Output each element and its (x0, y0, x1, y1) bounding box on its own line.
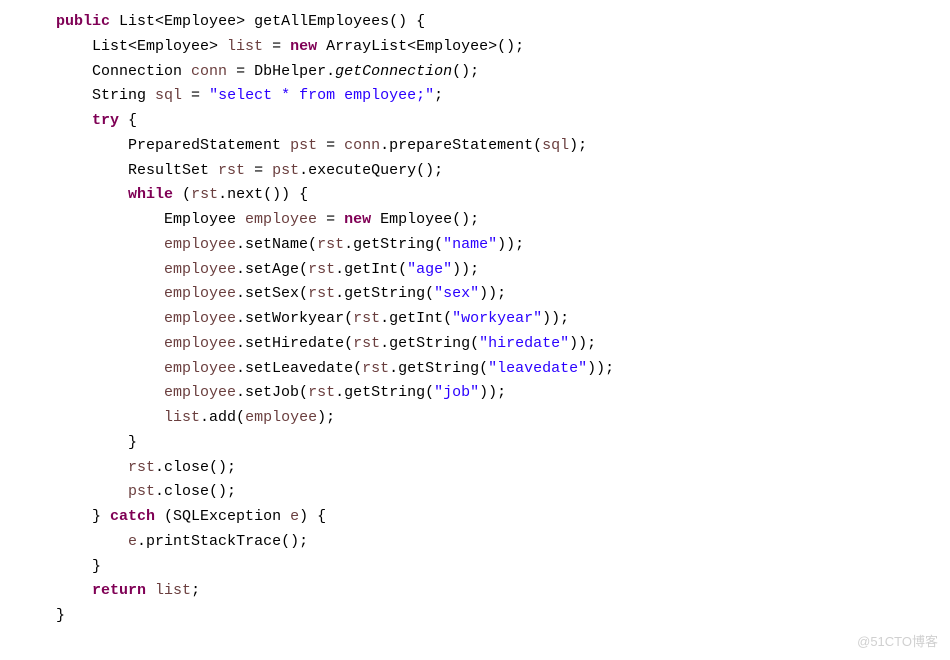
code-line: list.add(employee); (20, 409, 335, 426)
code-line: employee.setLeavedate(rst.getString("lea… (20, 360, 614, 377)
code-line: Connection conn = DbHelper.getConnection… (20, 63, 479, 80)
code-block: public List<Employee> getAllEmployees() … (20, 10, 930, 629)
code-line: e.printStackTrace(); (20, 533, 308, 550)
code-line: public List<Employee> getAllEmployees() … (20, 13, 425, 30)
code-line: } catch (SQLException e) { (20, 508, 326, 525)
code-line: List<Employee> list = new ArrayList<Empl… (20, 38, 524, 55)
code-line: employee.setSex(rst.getString("sex")); (20, 285, 506, 302)
code-line: } (20, 434, 137, 451)
code-line: return list; (20, 582, 200, 599)
code-line: rst.close(); (20, 459, 236, 476)
code-line: String sql = "select * from employee;"; (20, 87, 443, 104)
code-line: try { (20, 112, 137, 129)
code-line: PreparedStatement pst = conn.prepareStat… (20, 137, 587, 154)
code-line: } (20, 558, 101, 575)
code-line: employee.setJob(rst.getString("job")); (20, 384, 506, 401)
code-line: employee.setWorkyear(rst.getInt("workyea… (20, 310, 569, 327)
code-line: ResultSet rst = pst.executeQuery(); (20, 162, 443, 179)
code-line: employee.setHiredate(rst.getString("hire… (20, 335, 596, 352)
code-line: while (rst.next()) { (20, 186, 308, 203)
code-line: employee.setName(rst.getString("name")); (20, 236, 524, 253)
code-line: Employee employee = new Employee(); (20, 211, 479, 228)
code-line: employee.setAge(rst.getInt("age")); (20, 261, 479, 278)
code-line: } (20, 607, 65, 624)
watermark-text: @51CTO博客 (857, 631, 938, 652)
code-line: pst.close(); (20, 483, 236, 500)
